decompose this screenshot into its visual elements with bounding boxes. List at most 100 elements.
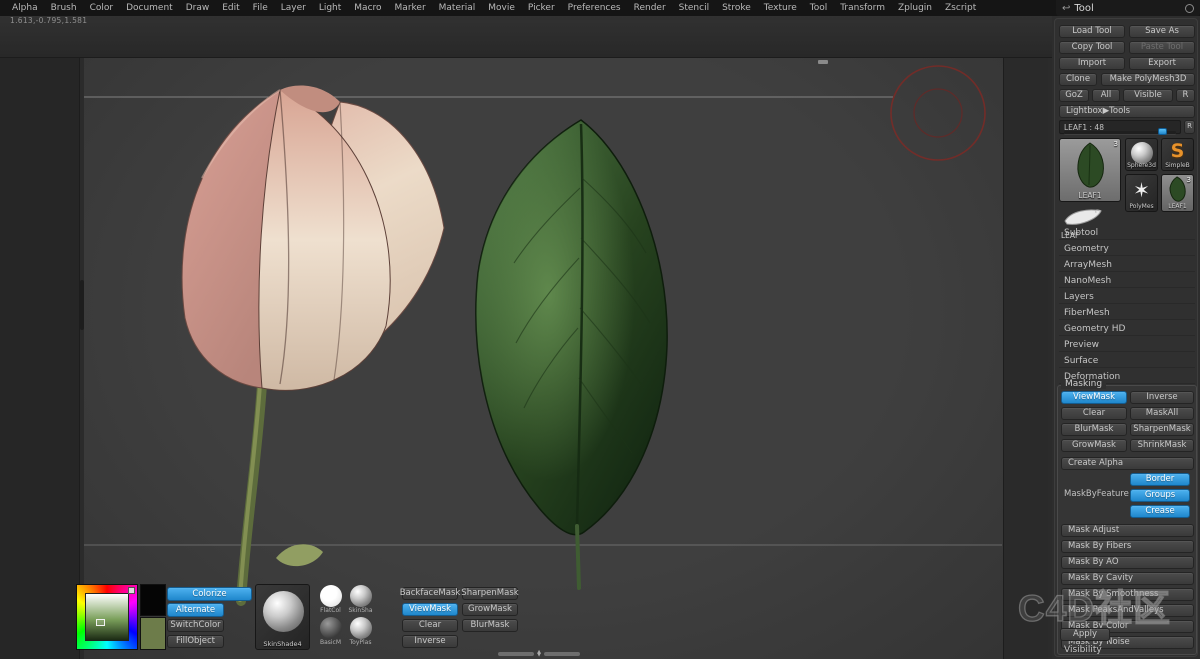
clear-mask-button[interactable]: Clear <box>1061 407 1127 420</box>
section-surface[interactable]: Surface <box>1059 354 1195 368</box>
section-arraymesh[interactable]: ArrayMesh <box>1059 258 1195 272</box>
masking-header[interactable]: Masking <box>1061 379 1106 389</box>
section-visibility[interactable]: Visibility <box>1059 643 1195 657</box>
section-nanomesh[interactable]: NanoMesh <box>1059 274 1195 288</box>
secondary-color-swatch[interactable] <box>140 617 166 650</box>
menu-file[interactable]: File <box>253 3 268 13</box>
backfacemask-button[interactable]: BackfaceMask <box>402 587 458 600</box>
menu-light[interactable]: Light <box>319 3 341 13</box>
clone-button[interactable]: Clone <box>1059 73 1097 86</box>
material-slot-flatcolor[interactable]: FlatCol <box>317 585 344 614</box>
palette-back-icon[interactable]: ↩ <box>1062 3 1070 14</box>
mask-peaksandvalleys-button[interactable]: Mask PeaksAndValleys <box>1061 604 1194 617</box>
menu-transform[interactable]: Transform <box>840 3 885 13</box>
current-material-thumbnail[interactable]: SkinShade4 <box>255 584 310 650</box>
bottom-scrollbar[interactable]: ▲▼ <box>498 651 580 657</box>
tool-slider-r-button[interactable]: R <box>1184 120 1195 134</box>
tool-slot-simplebrush[interactable]: S SimpleB <box>1161 138 1194 171</box>
switchcolor-button[interactable]: SwitchColor <box>167 619 224 632</box>
tool-slot-leaf1[interactable]: 3 LEAF1 <box>1161 174 1194 212</box>
menu-edit[interactable]: Edit <box>222 3 239 13</box>
feature-crease-button[interactable]: Crease <box>1130 505 1190 518</box>
menu-zscript[interactable]: Zscript <box>945 3 976 13</box>
menu-macro[interactable]: Macro <box>354 3 381 13</box>
load-tool-button[interactable]: Load Tool <box>1059 25 1125 38</box>
menu-document[interactable]: Document <box>126 3 173 13</box>
menu-marker[interactable]: Marker <box>395 3 426 13</box>
paste-tool-button[interactable]: Paste Tool <box>1129 41 1195 54</box>
menu-picker[interactable]: Picker <box>528 3 555 13</box>
menu-brush[interactable]: Brush <box>51 3 77 13</box>
section-fibermesh[interactable]: FiberMesh <box>1059 306 1195 320</box>
goz-all-button[interactable]: All <box>1092 89 1120 102</box>
menu-tool[interactable]: Tool <box>810 3 827 13</box>
menu-layer[interactable]: Layer <box>281 3 306 13</box>
fillobject-button[interactable]: FillObject <box>167 635 224 648</box>
tool-slot-polymesh3d[interactable]: ✶ PolyMes <box>1125 174 1158 212</box>
inverse-button[interactable]: Inverse <box>1130 391 1194 404</box>
inverse-mask-button-bottom[interactable]: Inverse <box>402 635 458 648</box>
mask-by-fibers-button[interactable]: Mask By Fibers <box>1061 540 1194 553</box>
mask-by-cavity-button[interactable]: Mask By Cavity <box>1061 572 1194 585</box>
sharpenmask-button[interactable]: SharpenMask <box>1130 423 1194 436</box>
section-layers[interactable]: Layers <box>1059 290 1195 304</box>
menu-draw[interactable]: Draw <box>186 3 210 13</box>
make-polymesh3d-button[interactable]: Make PolyMesh3D <box>1101 73 1195 86</box>
canvas-scrollbar-thumb[interactable] <box>818 60 828 64</box>
saturation-value-square[interactable] <box>85 593 129 641</box>
main-color-swatch[interactable] <box>140 584 166 616</box>
colorize-button[interactable]: Colorize <box>167 587 252 601</box>
tool-slot-sphere3d[interactable]: Sphere3d <box>1125 138 1158 171</box>
viewmask-button[interactable]: ViewMask <box>1061 391 1127 404</box>
menu-material[interactable]: Material <box>439 3 476 13</box>
material-slot-basicmaterial[interactable]: BasicM <box>317 617 344 646</box>
apply-button[interactable]: Apply <box>1060 628 1110 641</box>
blurmask-button[interactable]: BlurMask <box>1061 423 1127 436</box>
export-button[interactable]: Export <box>1129 57 1195 70</box>
growmask-button[interactable]: GrowMask <box>1061 439 1127 452</box>
menu-render[interactable]: Render <box>634 3 666 13</box>
growmask-button-bottom[interactable]: GrowMask <box>462 603 518 616</box>
material-slot-toyplastic[interactable]: ToyPlas <box>347 617 374 646</box>
menu-stencil[interactable]: Stencil <box>679 3 709 13</box>
shrinkmask-button[interactable]: ShrinkMask <box>1130 439 1194 452</box>
goz-r-button[interactable]: R <box>1176 89 1195 102</box>
section-subtool[interactable]: Subtool <box>1059 226 1195 240</box>
section-geometry[interactable]: Geometry <box>1059 242 1195 256</box>
save-as-button[interactable]: Save As <box>1129 25 1195 38</box>
goz-button[interactable]: GoZ <box>1059 89 1089 102</box>
blurmask-button-bottom[interactable]: BlurMask <box>462 619 518 632</box>
alternate-button[interactable]: Alternate <box>167 603 224 617</box>
mask-adjust-button[interactable]: Mask Adjust <box>1061 524 1194 537</box>
mask-by-smoothness-button[interactable]: Mask By Smoothness <box>1061 588 1194 601</box>
menu-texture[interactable]: Texture <box>764 3 797 13</box>
sculpt-canvas[interactable] <box>84 58 1003 659</box>
mask-by-ao-button[interactable]: Mask By AO <box>1061 556 1194 569</box>
feature-groups-button[interactable]: Groups <box>1130 489 1190 502</box>
menu-preferences[interactable]: Preferences <box>568 3 621 13</box>
menu-alpha[interactable]: Alpha <box>12 3 38 13</box>
palette-menu-icon[interactable] <box>1185 4 1194 13</box>
copy-tool-button[interactable]: Copy Tool <box>1059 41 1125 54</box>
menu-zplugin[interactable]: Zplugin <box>898 3 932 13</box>
feature-border-button[interactable]: Border <box>1130 473 1190 486</box>
viewmask-button-bottom[interactable]: ViewMask <box>402 603 458 616</box>
create-alpha-button[interactable]: Create Alpha <box>1061 457 1194 470</box>
section-preview[interactable]: Preview <box>1059 338 1195 352</box>
menu-stroke[interactable]: Stroke <box>722 3 751 13</box>
goz-visible-button[interactable]: Visible <box>1123 89 1173 102</box>
tool-slider[interactable]: LEAF1 : 48 <box>1059 120 1181 134</box>
menu-movie[interactable]: Movie <box>488 3 515 13</box>
clear-mask-button-bottom[interactable]: Clear <box>402 619 458 632</box>
maskall-button[interactable]: MaskAll <box>1130 407 1194 420</box>
section-geometry-hd[interactable]: Geometry HD <box>1059 322 1195 336</box>
import-button[interactable]: Import <box>1059 57 1125 70</box>
color-picker[interactable] <box>76 584 138 650</box>
scrollbar-arrows-icon[interactable]: ▲▼ <box>537 651 541 657</box>
sharpenmask-button-bottom[interactable]: SharpenMask <box>462 587 518 600</box>
mask-by-feature-label: MaskByFeature <box>1058 489 1129 499</box>
current-tool-thumbnail[interactable]: 3 LEAF1 <box>1059 138 1121 202</box>
menu-color[interactable]: Color <box>90 3 114 13</box>
material-slot-skinshade[interactable]: SkinSha <box>347 585 374 614</box>
lightbox-tools-button[interactable]: Lightbox▶Tools <box>1059 105 1195 118</box>
